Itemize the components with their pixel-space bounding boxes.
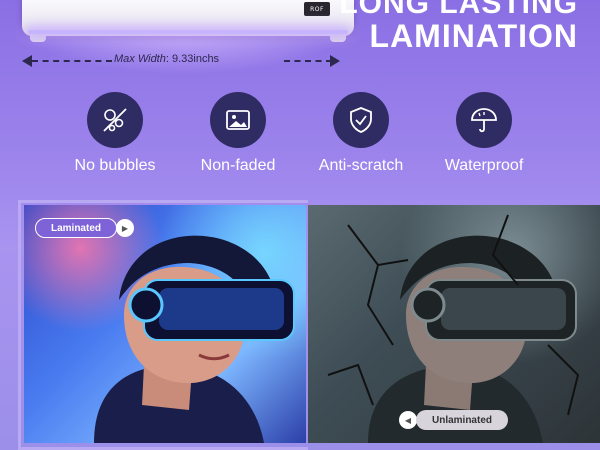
features-row: No bubbles Non-faded Anti-scratch Waterp… [0, 92, 600, 182]
unlaminated-badge: Unlaminated [416, 410, 508, 430]
feature-label: Non-faded [200, 157, 276, 174]
shield-check-icon [333, 92, 389, 148]
headline-line-2: LAMINATION [369, 17, 578, 54]
max-width-prefix: Max Width [114, 53, 166, 65]
laminated-photo [24, 205, 306, 443]
feature-label: Waterproof [444, 157, 524, 174]
image-icon [210, 92, 266, 148]
comparison-section: Laminated ▶ ◀ Unlaminated [18, 200, 600, 450]
headline: LONG LASTING LAMINATION [339, 0, 578, 53]
arrow-right-icon: ▶ [116, 219, 134, 237]
laminator-slot-light [28, 30, 348, 34]
dash-line-left [32, 60, 112, 62]
faded-vr-woman-illustration [327, 214, 580, 443]
feature-waterproof: Waterproof [422, 92, 546, 175]
max-width-value: : 9.33inchs [165, 53, 220, 65]
no-bubbles-icon [87, 92, 143, 148]
arrow-left-icon [22, 55, 32, 67]
device-foot-left [30, 34, 46, 42]
feature-non-faded: Non-faded [176, 92, 300, 175]
unlaminated-photo [308, 205, 600, 443]
arrow-left-icon: ◀ [399, 411, 417, 429]
device-control-panel: ROF [304, 2, 330, 16]
arrow-right-icon [330, 55, 340, 67]
umbrella-icon [456, 92, 512, 148]
feature-label: Anti-scratch [318, 157, 404, 174]
laminated-badge: Laminated [35, 218, 117, 238]
max-width-indicator: Max Width: 9.33inchs [22, 52, 340, 68]
laminator-device: ROF [22, 0, 354, 42]
headline-line-1: LONG LASTING [339, 0, 578, 20]
feature-no-bubbles: No bubbles [53, 92, 177, 175]
feature-anti-scratch: Anti-scratch [299, 92, 423, 175]
feature-label: No bubbles [74, 157, 156, 174]
dash-line-right [284, 60, 332, 62]
max-width-label: Max Width: 9.33inchs [114, 53, 219, 65]
vr-woman-illustration [94, 235, 295, 443]
